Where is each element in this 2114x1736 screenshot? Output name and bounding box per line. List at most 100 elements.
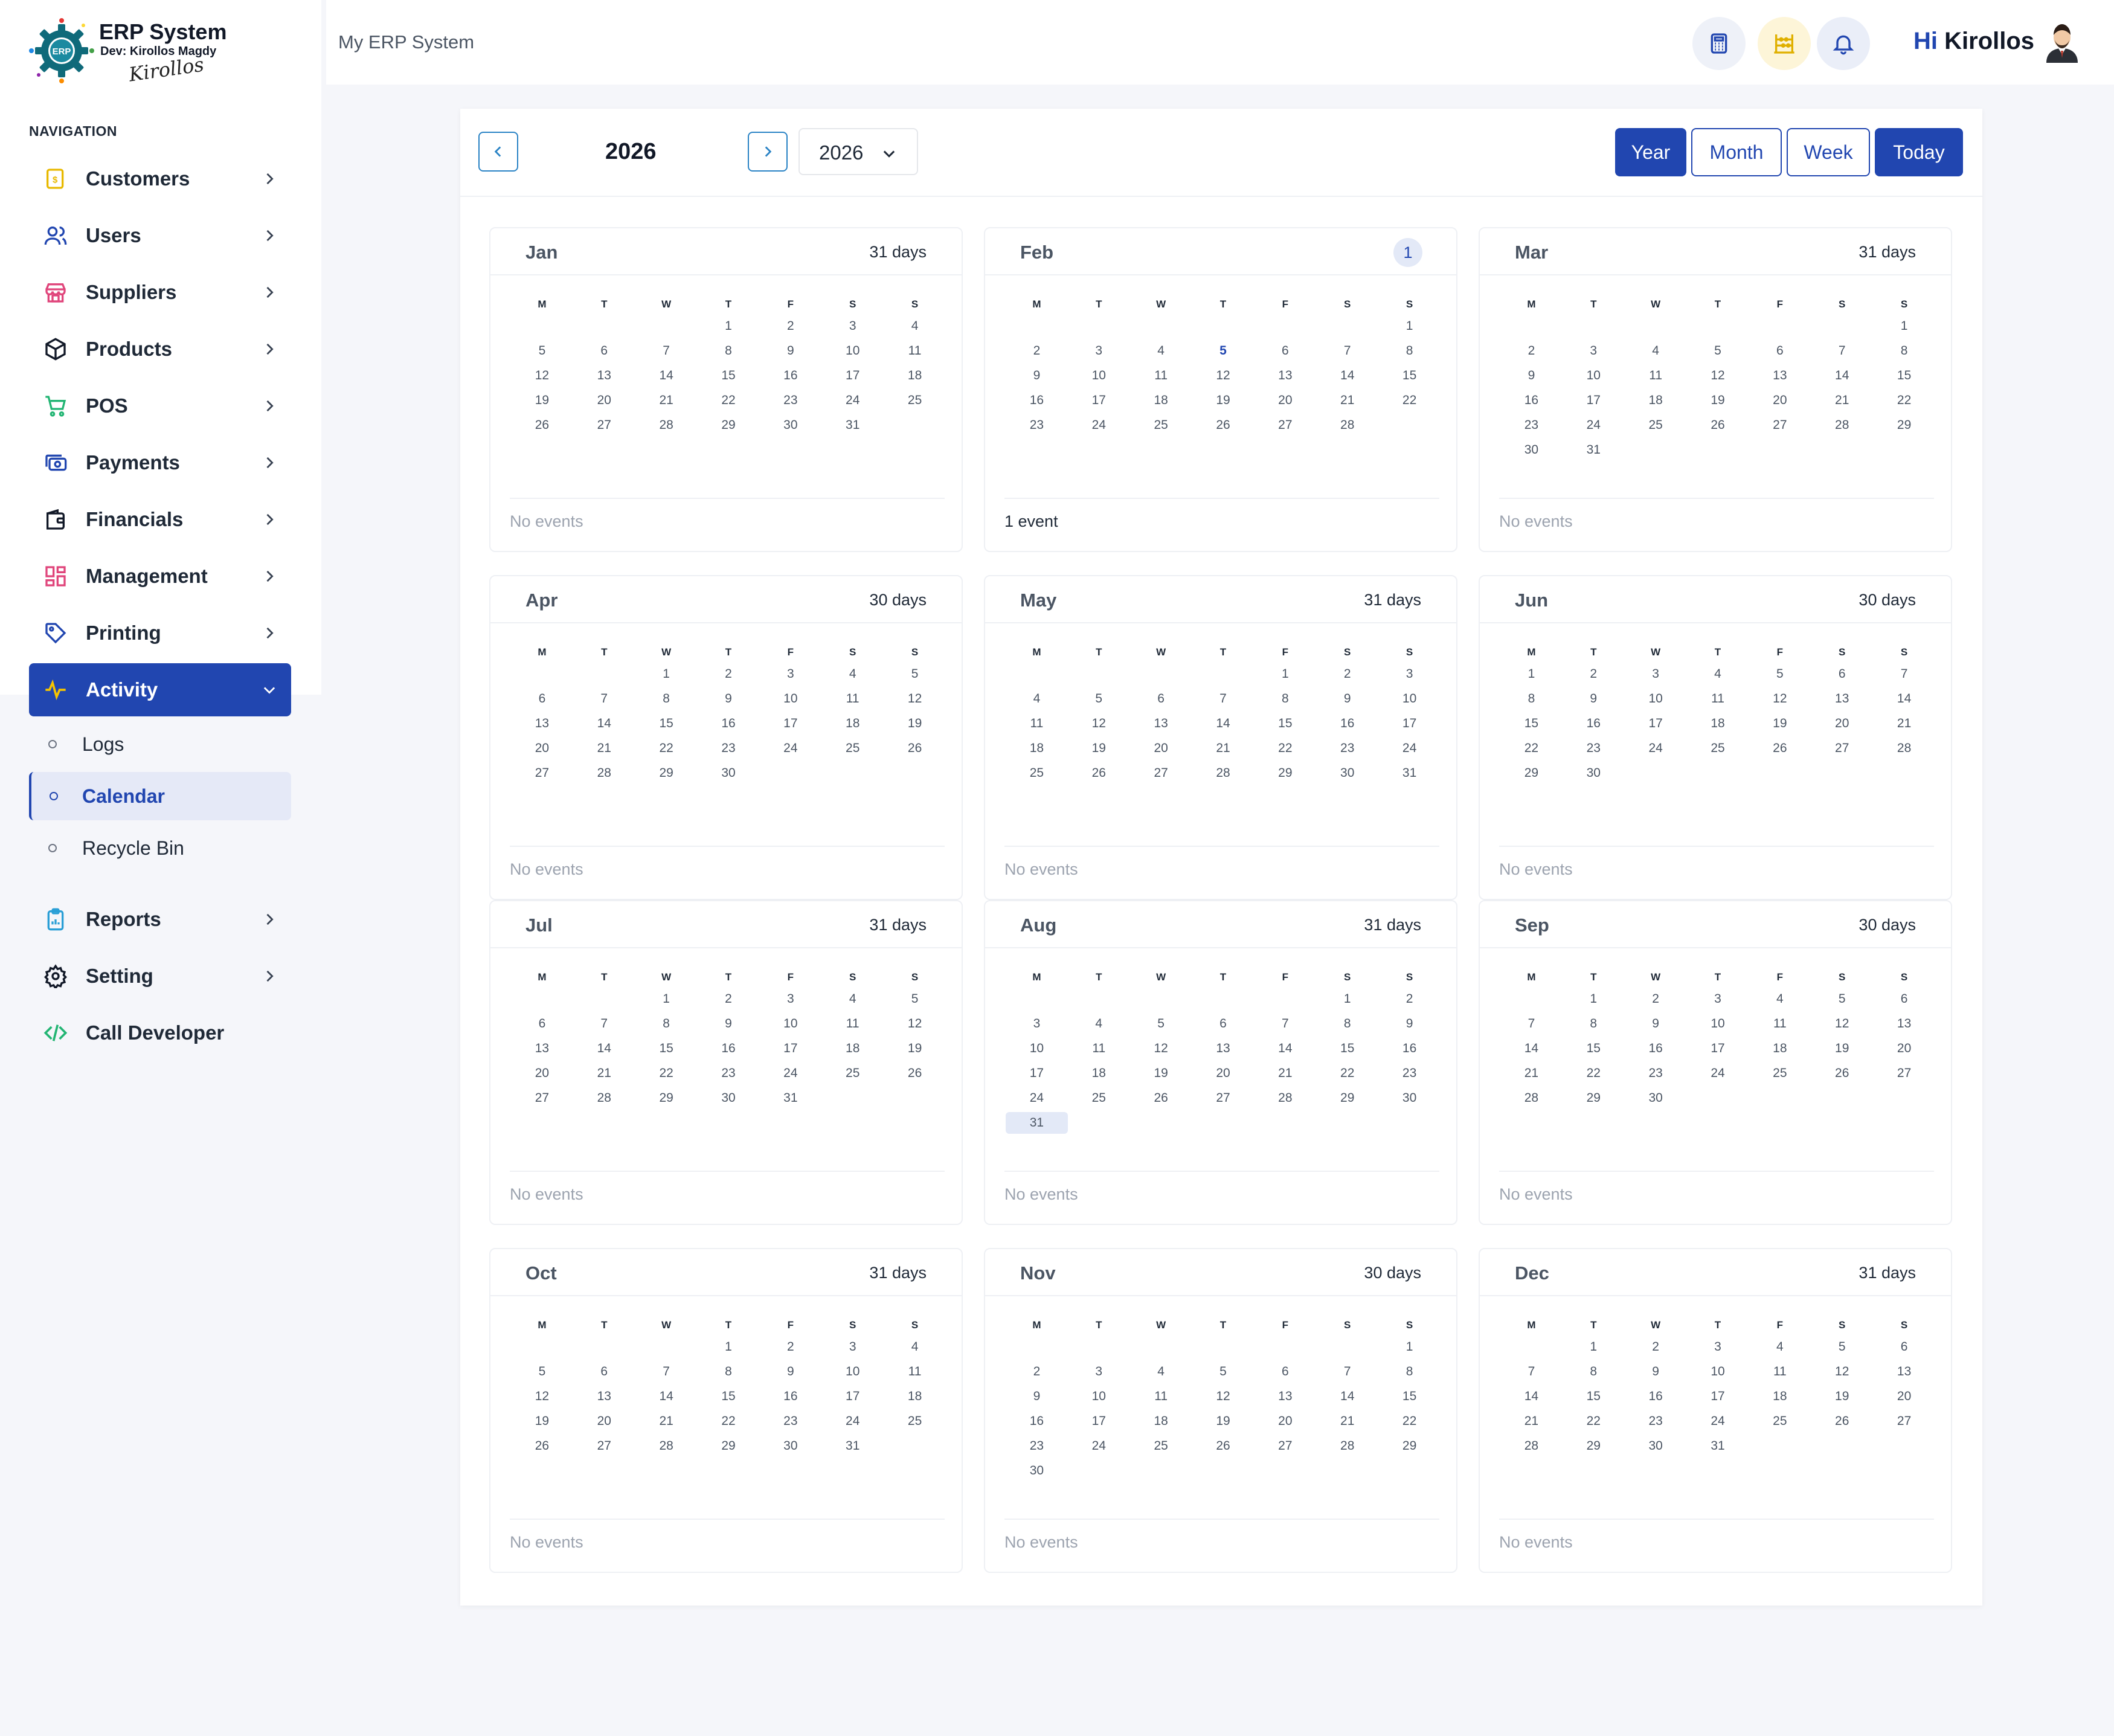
month-card-jun[interactable]: Jun 30 days M T W T F S S 1 2 3 4 5 6 7 8 9 10 11 12 13 14 15 16…: [1479, 575, 1952, 900]
day-cell[interactable]: 14: [1316, 1386, 1378, 1407]
day-cell[interactable]: 13: [1254, 365, 1316, 387]
day-cell[interactable]: 22: [1563, 1410, 1625, 1432]
day-cell[interactable]: 14: [1500, 1038, 1563, 1059]
day-cell[interactable]: 13: [1192, 1038, 1255, 1059]
day-cell[interactable]: 23: [1625, 1410, 1687, 1432]
day-cell[interactable]: 12: [1192, 1386, 1255, 1407]
day-cell[interactable]: 26: [511, 414, 573, 436]
day-cell[interactable]: 20: [511, 738, 573, 759]
day-cell[interactable]: 16: [1316, 713, 1378, 735]
day-cell[interactable]: 12: [511, 365, 573, 387]
day-cell[interactable]: 17: [1687, 1386, 1749, 1407]
day-cell[interactable]: 26: [1687, 414, 1749, 436]
month-card-dec[interactable]: Dec 31 days M T W T F S S 1 2 3 4 5 6 7 8 9 10 11 12 13 14 15 16…: [1479, 1248, 1952, 1573]
day-cell[interactable]: 17: [1378, 713, 1441, 735]
day-cell[interactable]: 14: [1316, 365, 1378, 387]
day-cell[interactable]: 4: [884, 1336, 946, 1358]
day-cell[interactable]: 5: [1811, 1336, 1873, 1358]
month-name[interactable]: Jul: [525, 915, 553, 936]
day-cell[interactable]: 28: [573, 1087, 635, 1109]
day-cell[interactable]: 20: [573, 1410, 635, 1432]
day-cell[interactable]: 17: [821, 365, 884, 387]
nav-item-management[interactable]: Management: [29, 550, 291, 603]
day-cell[interactable]: 24: [1687, 1410, 1749, 1432]
day-cell[interactable]: 14: [573, 713, 635, 735]
day-cell[interactable]: 30: [759, 1435, 821, 1457]
abacus-button[interactable]: [1758, 17, 1811, 70]
day-cell[interactable]: 3: [1068, 1361, 1130, 1383]
month-name[interactable]: Jan: [525, 242, 557, 263]
month-card-feb[interactable]: Feb 1 M T W T F S S 1 2 3 4 5 6 7 8 9 10 11 12 13 14 15 16 17 18 19…: [984, 227, 1457, 552]
day-cell[interactable]: 20: [1811, 713, 1873, 735]
day-cell[interactable]: 24: [759, 738, 821, 759]
month-card-apr[interactable]: Apr 30 days M T W T F S S 1 2 3 4 5 6 7 8 9 10 11 12 13 14 15 16…: [489, 575, 963, 900]
day-cell[interactable]: 21: [573, 738, 635, 759]
day-cell[interactable]: 24: [1378, 738, 1441, 759]
day-cell[interactable]: 15: [698, 1386, 760, 1407]
day-cell[interactable]: 31: [1006, 1112, 1068, 1134]
day-cell[interactable]: 7: [1316, 1361, 1378, 1383]
day-cell[interactable]: 31: [1687, 1435, 1749, 1457]
day-cell[interactable]: 4: [884, 315, 946, 337]
day-cell[interactable]: 9: [1006, 1386, 1068, 1407]
day-cell[interactable]: 11: [821, 1013, 884, 1035]
day-cell[interactable]: 24: [821, 1410, 884, 1432]
day-cell[interactable]: 9: [1006, 365, 1068, 387]
day-cell[interactable]: 9: [698, 688, 760, 710]
day-cell[interactable]: 20: [573, 390, 635, 411]
day-cell[interactable]: 22: [1873, 390, 1935, 411]
day-cell[interactable]: 6: [1811, 663, 1873, 685]
day-cell[interactable]: 22: [1563, 1062, 1625, 1084]
day-cell[interactable]: 17: [821, 1386, 884, 1407]
day-cell[interactable]: 24: [1068, 414, 1130, 436]
day-cell[interactable]: 24: [1006, 1087, 1068, 1109]
day-cell[interactable]: 15: [1378, 365, 1441, 387]
day-cell[interactable]: 11: [1130, 1386, 1192, 1407]
day-cell[interactable]: 21: [1500, 1062, 1563, 1084]
day-cell[interactable]: 6: [1873, 1336, 1935, 1358]
day-cell[interactable]: 30: [1316, 762, 1378, 784]
day-cell[interactable]: 19: [511, 390, 573, 411]
day-cell[interactable]: 18: [1068, 1062, 1130, 1084]
day-cell[interactable]: 6: [1749, 340, 1811, 362]
day-cell[interactable]: 26: [1811, 1062, 1873, 1084]
day-cell[interactable]: 13: [1749, 365, 1811, 387]
day-cell[interactable]: 9: [698, 1013, 760, 1035]
day-cell[interactable]: 20: [1873, 1386, 1935, 1407]
day-cell[interactable]: 17: [1563, 390, 1625, 411]
day-cell[interactable]: 3: [1006, 1013, 1068, 1035]
view-today-button[interactable]: Today: [1875, 128, 1963, 176]
day-cell[interactable]: 15: [635, 713, 698, 735]
day-cell[interactable]: 1: [1500, 663, 1563, 685]
day-cell[interactable]: 30: [698, 1087, 760, 1109]
day-cell[interactable]: 31: [1563, 439, 1625, 461]
day-cell[interactable]: 11: [1749, 1361, 1811, 1383]
view-year-button[interactable]: Year: [1615, 128, 1686, 176]
day-cell[interactable]: 30: [1006, 1460, 1068, 1482]
day-cell[interactable]: 20: [1192, 1062, 1255, 1084]
day-cell[interactable]: 21: [1873, 713, 1935, 735]
day-cell[interactable]: 3: [1563, 340, 1625, 362]
day-cell[interactable]: 28: [1500, 1435, 1563, 1457]
day-cell[interactable]: 28: [1316, 1435, 1378, 1457]
day-cell[interactable]: 10: [1625, 688, 1687, 710]
day-cell[interactable]: 13: [573, 1386, 635, 1407]
day-cell[interactable]: 3: [1687, 988, 1749, 1010]
day-cell[interactable]: 22: [698, 390, 760, 411]
day-cell[interactable]: 1: [1316, 988, 1378, 1010]
nav-item-suppliers[interactable]: Suppliers: [29, 266, 291, 319]
day-cell[interactable]: 21: [1500, 1410, 1563, 1432]
day-cell[interactable]: 27: [1254, 1435, 1316, 1457]
day-cell[interactable]: 8: [635, 1013, 698, 1035]
day-cell[interactable]: 27: [1749, 414, 1811, 436]
day-cell[interactable]: 16: [1006, 1410, 1068, 1432]
day-cell[interactable]: 22: [698, 1410, 760, 1432]
day-cell[interactable]: 16: [1500, 390, 1563, 411]
day-cell[interactable]: 26: [1130, 1087, 1192, 1109]
day-cell[interactable]: 8: [698, 1361, 760, 1383]
day-cell[interactable]: 2: [1500, 340, 1563, 362]
day-cell[interactable]: 25: [884, 390, 946, 411]
day-cell[interactable]: 27: [1873, 1062, 1935, 1084]
nav-item-users[interactable]: Users: [29, 209, 291, 262]
day-cell[interactable]: 26: [1068, 762, 1130, 784]
